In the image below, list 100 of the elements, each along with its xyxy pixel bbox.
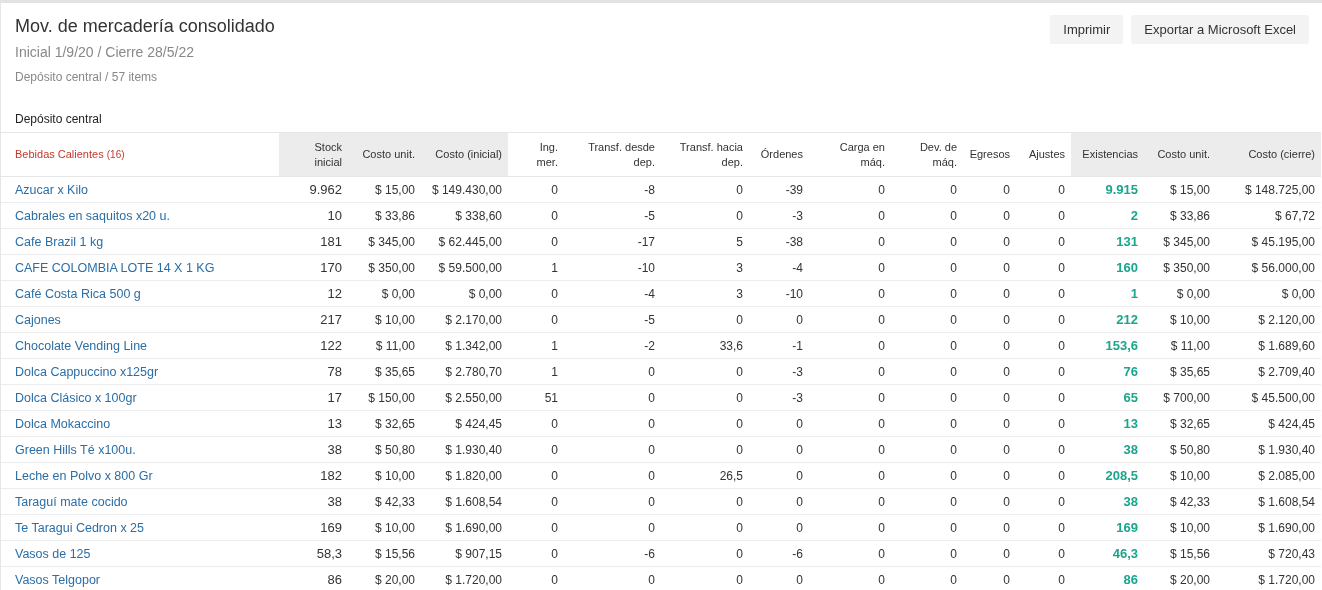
- table-cell: 0: [508, 566, 564, 590]
- table-cell: 0: [508, 410, 564, 437]
- table-cell: 0: [661, 176, 749, 203]
- table-cell: 0: [963, 306, 1016, 333]
- table-cell: 12: [279, 280, 348, 307]
- stock-total-cell: 9.915: [1071, 176, 1144, 203]
- product-link[interactable]: Vasos de 125: [1, 540, 279, 567]
- table-cell: 0: [1016, 254, 1071, 281]
- table-cell: -3: [749, 202, 809, 229]
- table-cell: -10: [749, 280, 809, 307]
- period-text: Inicial 1/9/20 / Cierre 28/5/22: [15, 43, 195, 61]
- product-link[interactable]: Cafe Brazil 1 kg: [1, 228, 279, 255]
- table-cell: 0: [1016, 540, 1071, 567]
- table-cell: 38: [279, 436, 348, 463]
- column-header: Carga en máq.: [809, 132, 891, 177]
- table-cell: -4: [564, 280, 661, 307]
- table-cell: 0: [891, 462, 963, 489]
- product-link[interactable]: Dolca Cappuccino x125gr: [1, 358, 279, 385]
- table-cell: 0: [891, 566, 963, 590]
- table-cell: $ 32,65: [1144, 410, 1216, 437]
- table-cell: $ 720,43: [1216, 540, 1321, 567]
- table-cell: 0: [661, 540, 749, 567]
- product-link[interactable]: Dolca Clásico x 100gr: [1, 384, 279, 411]
- column-header: Transf. hacia dep.: [661, 132, 749, 177]
- table-cell: $ 20,00: [348, 566, 421, 590]
- table-cell: 0: [564, 384, 661, 411]
- table-cell: $ 15,00: [348, 176, 421, 203]
- table-cell: $ 33,86: [348, 202, 421, 229]
- table-cell: $ 35,65: [348, 358, 421, 385]
- table-cell: -6: [749, 540, 809, 567]
- stock-total-cell: 1: [1071, 280, 1144, 307]
- table-cell: 0: [963, 436, 1016, 463]
- table-cell: 0: [809, 358, 891, 385]
- table-cell: $ 15,56: [348, 540, 421, 567]
- stock-total-cell: 160: [1071, 254, 1144, 281]
- product-link[interactable]: CAFE COLOMBIA LOTE 14 X 1 KG: [1, 254, 279, 281]
- table-cell: 10: [279, 202, 348, 229]
- table-cell: 0: [963, 332, 1016, 359]
- table-cell: $ 338,60: [421, 202, 508, 229]
- product-link[interactable]: Cabrales en saquitos x20 u.: [1, 202, 279, 229]
- table-cell: $ 45.195,00: [1216, 228, 1321, 255]
- table-cell: 0: [891, 280, 963, 307]
- table-cell: 0: [749, 410, 809, 437]
- table-cell: $ 149.430,00: [421, 176, 508, 203]
- column-header: Órdenes: [749, 132, 809, 177]
- table-cell: $ 35,65: [1144, 358, 1216, 385]
- column-header: Stock inicial: [279, 132, 348, 177]
- product-link[interactable]: Leche en Polvo x 800 Gr: [1, 462, 279, 489]
- table-cell: 0: [891, 202, 963, 229]
- table-cell: $ 1.930,40: [421, 436, 508, 463]
- table-cell: $ 345,00: [1144, 228, 1216, 255]
- table-cell: 0: [809, 332, 891, 359]
- table-cell: $ 50,80: [1144, 436, 1216, 463]
- table-cell: $ 11,00: [1144, 332, 1216, 359]
- table-cell: $ 2.120,00: [1216, 306, 1321, 333]
- table-cell: $ 0,00: [1216, 280, 1321, 307]
- table-cell: $ 1.608,54: [421, 488, 508, 515]
- group-title: Bebidas Calientes: [15, 148, 104, 160]
- table-cell: 0: [891, 488, 963, 515]
- stock-total-cell: 76: [1071, 358, 1144, 385]
- table-cell: $ 907,15: [421, 540, 508, 567]
- stock-total-cell: 86: [1071, 566, 1144, 590]
- table-cell: 0: [564, 410, 661, 437]
- table-cell: $ 0,00: [348, 280, 421, 307]
- table-cell: -8: [564, 176, 661, 203]
- table-cell: 78: [279, 358, 348, 385]
- table-cell: 0: [749, 436, 809, 463]
- table-cell: $ 10,00: [1144, 462, 1216, 489]
- product-link[interactable]: Te Taragui Cedron x 25: [1, 514, 279, 541]
- stock-total-cell: 38: [1071, 488, 1144, 515]
- table-cell: 0: [661, 306, 749, 333]
- table-cell: 0: [963, 176, 1016, 203]
- table-cell: 0: [661, 488, 749, 515]
- table-cell: 0: [963, 228, 1016, 255]
- product-link[interactable]: Azucar x Kilo: [1, 176, 279, 203]
- product-link[interactable]: Green Hills Té x100u.: [1, 436, 279, 463]
- table-cell: $ 10,00: [348, 462, 421, 489]
- product-link[interactable]: Café Costa Rica 500 g: [1, 280, 279, 307]
- table-cell: 0: [564, 436, 661, 463]
- table-cell: 1: [508, 254, 564, 281]
- print-button[interactable]: Imprimir: [1050, 15, 1124, 44]
- product-link[interactable]: Cajones: [1, 306, 279, 333]
- table-cell: 1: [508, 332, 564, 359]
- table-cell: 0: [661, 384, 749, 411]
- product-link[interactable]: Chocolate Vending Line: [1, 332, 279, 359]
- table-cell: 0: [891, 410, 963, 437]
- table-cell: $ 1.690,00: [421, 514, 508, 541]
- product-link[interactable]: Taraguí mate cocido: [1, 488, 279, 515]
- table-cell: $ 2.780,70: [421, 358, 508, 385]
- table-cell: -3: [749, 358, 809, 385]
- product-link[interactable]: Dolca Mokaccino: [1, 410, 279, 437]
- table-cell: $ 1.720,00: [421, 566, 508, 590]
- export-button[interactable]: Exportar a Microsoft Excel: [1131, 15, 1309, 44]
- table-cell: 0: [749, 488, 809, 515]
- table-cell: -10: [564, 254, 661, 281]
- table-cell: 51: [508, 384, 564, 411]
- product-link[interactable]: Vasos Telgopor: [1, 566, 279, 590]
- table-cell: 0: [891, 306, 963, 333]
- table-cell: 0: [1016, 514, 1071, 541]
- table-cell: 13: [279, 410, 348, 437]
